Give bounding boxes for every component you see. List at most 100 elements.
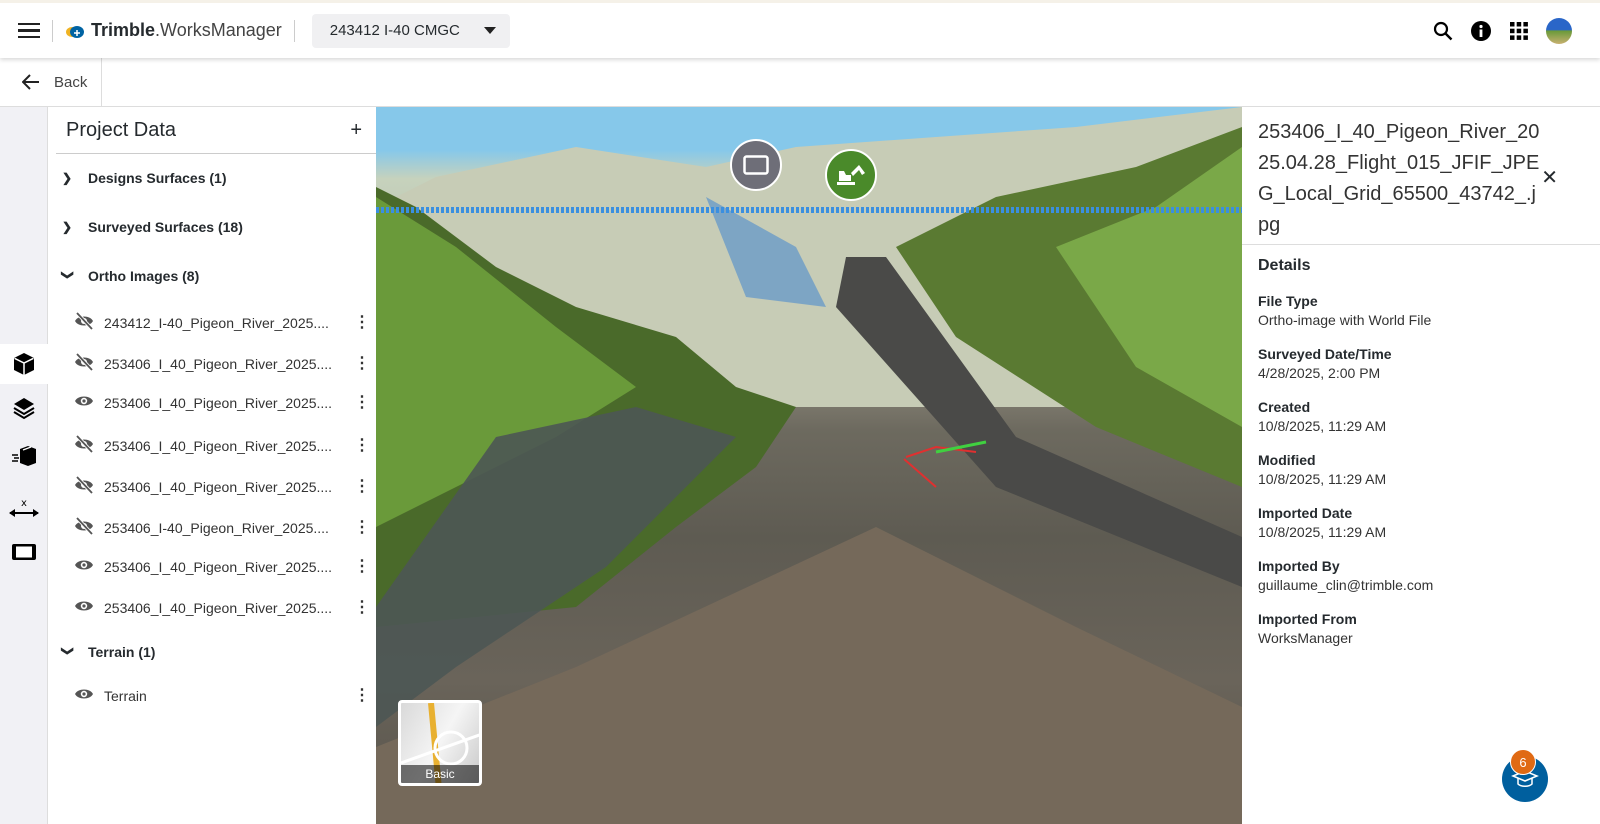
eye-off-icon[interactable] [74, 516, 94, 538]
item-label: 253406_I_40_Pigeon_River_2025.... [104, 437, 333, 454]
field-label: Modified [1258, 452, 1316, 468]
svg-text:x: x [21, 498, 27, 509]
layers-icon[interactable] [0, 388, 48, 428]
chevron-down-icon: ❯ [61, 646, 75, 657]
hamburger-menu-icon[interactable] [18, 22, 40, 39]
list-item-ortho-image[interactable]: 253406_I_40_Pigeon_River_2025.... ⋮ [74, 352, 370, 374]
field-label: Surveyed Date/Time [1258, 346, 1392, 362]
map-pin-machine[interactable] [825, 149, 877, 201]
more-options-icon[interactable]: ⋮ [354, 355, 370, 372]
more-options-icon[interactable]: ⋮ [354, 314, 370, 331]
field-label: Imported By [1258, 558, 1340, 574]
more-options-icon[interactable]: ⋮ [354, 519, 370, 536]
project-data-panel: Project Data + ❯ Designs Surfaces (1) ❯ Sur… [48, 107, 376, 824]
more-options-icon[interactable]: ⋮ [354, 558, 370, 575]
field-label: Imported Date [1258, 505, 1353, 521]
project-selector[interactable]: 243412 I-40 CMGC [311, 13, 510, 48]
field-label: Imported From [1258, 611, 1357, 627]
more-options-icon[interactable]: ⋮ [354, 437, 370, 454]
more-options-icon[interactable]: ⋮ [354, 599, 370, 616]
eye-off-icon[interactable] [74, 475, 94, 497]
search-icon[interactable] [1432, 20, 1454, 42]
more-options-icon[interactable]: ⋮ [354, 687, 370, 704]
detail-field: Imported Date 10/8/2025, 11:29 AM [1242, 505, 1600, 540]
group-ortho-images[interactable]: ❯ Ortho Images (8) [61, 268, 199, 284]
field-value: guillaume_clin@trimble.com [1258, 577, 1434, 593]
more-options-icon[interactable]: ⋮ [354, 478, 370, 495]
item-label: 253406_I-40_Pigeon_River_2025.... [104, 519, 329, 536]
back-button[interactable]: Back [0, 58, 102, 106]
item-label: 243412_I-40_Pigeon_River_2025.... [104, 314, 329, 331]
list-item-ortho-image[interactable]: 253406_I_40_Pigeon_River_2025.... ⋮ [74, 394, 370, 411]
back-label: Back [54, 73, 88, 91]
eye-icon[interactable] [74, 599, 94, 616]
eye-off-icon[interactable] [74, 352, 94, 374]
details-panel: 253406_I_40_Pigeon_River_2025.04.28_Flig… [1242, 107, 1600, 824]
map-pin-screen[interactable] [730, 139, 782, 191]
group-label: Designs Surfaces (1) [88, 170, 227, 186]
3d-view-cube-icon[interactable] [0, 344, 48, 384]
top-bar: Trimble.WorksManager 243412 I-40 CMGC [0, 0, 1600, 58]
film-frame-icon[interactable] [0, 532, 48, 572]
detail-field: Imported From WorksManager [1242, 611, 1600, 646]
field-value: 10/8/2025, 11:29 AM [1258, 471, 1387, 487]
group-terrain[interactable]: ❯ Terrain (1) [61, 644, 156, 660]
list-item-ortho-image[interactable]: 253406_I_40_Pigeon_River_2025.... ⋮ [74, 558, 370, 575]
group-surveyed-surfaces[interactable]: ❯ Surveyed Surfaces (18) [62, 219, 243, 235]
trimble-cloud-icon [66, 25, 84, 38]
detail-field: Created 10/8/2025, 11:29 AM [1242, 399, 1600, 434]
list-item-ortho-image[interactable]: 253406_I-40_Pigeon_River_2025.... ⋮ [74, 516, 370, 538]
close-icon[interactable]: ✕ [1541, 165, 1558, 190]
details-heading: Details [1258, 257, 1311, 274]
excavator-icon [837, 165, 865, 185]
list-item-terrain[interactable]: Terrain ⋮ [74, 687, 370, 704]
item-label: 253406_I_40_Pigeon_River_2025.... [104, 478, 333, 495]
group-designs-surfaces[interactable]: ❯ Designs Surfaces (1) [62, 170, 227, 186]
group-label: Terrain (1) [88, 644, 156, 660]
brand-product: .WorksManager [155, 20, 282, 40]
brand-name: Trimble [91, 20, 156, 40]
more-options-icon[interactable]: ⋮ [354, 394, 370, 411]
field-value: WorksManager [1258, 630, 1353, 646]
add-data-button[interactable]: + [350, 119, 362, 142]
info-icon[interactable] [1470, 20, 1492, 42]
detail-field: Imported By guillaume_clin@trimble.com [1242, 558, 1600, 593]
list-item-ortho-image[interactable]: 243412_I-40_Pigeon_River_2025.... ⋮ [74, 311, 370, 333]
field-value: 10/8/2025, 11:29 AM [1258, 524, 1387, 540]
eye-off-icon[interactable] [74, 311, 94, 333]
detail-field: Modified 10/8/2025, 11:29 AM [1242, 452, 1600, 487]
notification-badge: 6 [1510, 749, 1536, 775]
monitor-icon [743, 155, 769, 175]
chevron-right-icon: ❯ [62, 220, 73, 234]
list-item-ortho-image[interactable]: 253406_I_40_Pigeon_River_2025.... ⋮ [74, 599, 370, 616]
eye-icon[interactable] [74, 394, 94, 411]
detail-field: File Type Ortho-image with World File [1242, 293, 1600, 328]
item-label: 253406_I_40_Pigeon_River_2025.... [104, 394, 333, 411]
divider [52, 19, 53, 42]
terrain-scene [376, 107, 1242, 824]
user-avatar[interactable] [1546, 17, 1572, 44]
back-bar: Back [0, 58, 1600, 107]
3d-map-viewport[interactable]: Basic [376, 107, 1242, 824]
field-value: 10/8/2025, 11:29 AM [1258, 418, 1387, 434]
detail-field: Surveyed Date/Time 4/28/2025, 2:00 PM [1242, 346, 1600, 381]
eye-icon[interactable] [74, 687, 94, 704]
divider [293, 19, 295, 42]
item-label: 253406_I_40_Pigeon_River_2025.... [104, 599, 333, 616]
app-logo[interactable]: Trimble.WorksManager [65, 20, 282, 41]
list-item-ortho-image[interactable]: 253406_I_40_Pigeon_River_2025.... ⋮ [74, 475, 370, 497]
eye-off-icon[interactable] [74, 434, 94, 456]
list-item-ortho-image[interactable]: 253406_I_40_Pigeon_River_2025.... ⋮ [74, 434, 370, 456]
chevron-right-icon: ❯ [62, 171, 73, 185]
field-value: Ortho-image with World File [1258, 312, 1432, 328]
basemap-switcher[interactable]: Basic [398, 700, 482, 786]
field-label: File Type [1258, 293, 1318, 309]
measure-distance-icon[interactable]: x [0, 488, 48, 528]
eye-icon[interactable] [74, 558, 94, 575]
group-label: Surveyed Surfaces (18) [88, 219, 243, 235]
basemap-label: Basic [401, 765, 479, 783]
item-label: Terrain [104, 687, 147, 704]
apps-grid-icon[interactable] [1508, 20, 1530, 42]
delivery-box-icon[interactable] [0, 436, 48, 476]
item-label: 253406_I_40_Pigeon_River_2025.... [104, 355, 333, 372]
